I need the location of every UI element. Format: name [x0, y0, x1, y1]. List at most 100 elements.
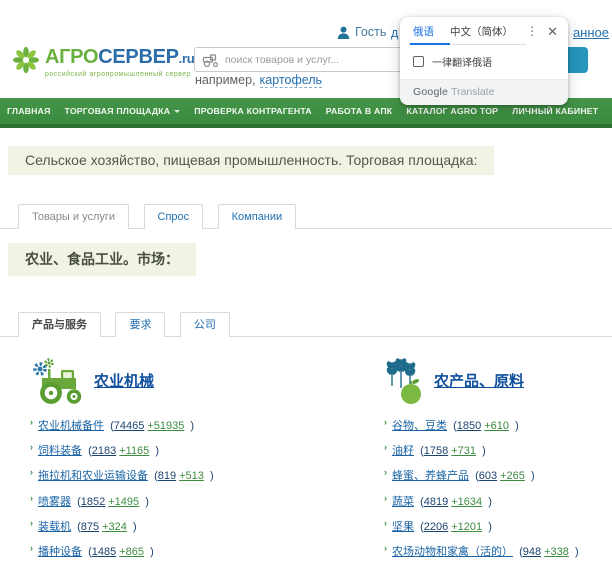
chevron-right-icon: › [384, 543, 387, 553]
kebab-menu-icon[interactable]: ⋮ [526, 25, 538, 37]
site-logo[interactable]: АГРОСЕРВЕР.ru российский агропромышленны… [12, 46, 194, 78]
translate-brand-text: Translate [451, 86, 494, 98]
category-header: 农产品、原料 [384, 356, 612, 404]
close-icon[interactable]: ✕ [547, 25, 558, 38]
item-count[interactable]: 4819 [424, 496, 448, 508]
item-link[interactable]: 蜂蜜、养蜂产品 [392, 470, 469, 482]
guest-label: Гость [355, 25, 386, 39]
item-link[interactable]: 农业机械备件 [38, 420, 104, 432]
chevron-right-icon: › [384, 467, 387, 477]
partial-link-right[interactable]: анное [573, 25, 609, 40]
category-header: 农业机械 [30, 356, 340, 404]
item-added-count[interactable]: +865 [119, 546, 144, 558]
item-count[interactable]: 875 [81, 521, 99, 533]
item-link[interactable]: 农场动物和家禽（活的） [392, 546, 513, 558]
nav-item-jobs[interactable]: РАБОТА В АПК [319, 106, 400, 116]
item-added-count[interactable]: +1495 [108, 496, 139, 508]
paren-close: ) [575, 546, 579, 558]
list-item: ›播种设备 (1485+865 ) [30, 543, 340, 565]
paren-close: ) [482, 445, 486, 457]
chevron-right-icon: › [30, 417, 33, 427]
item-added-count[interactable]: +338 [544, 546, 569, 558]
item-count[interactable]: 2183 [92, 445, 116, 457]
item-added-count[interactable]: +1634 [451, 496, 482, 508]
nav-item-account[interactable]: ЛИЧНЫЙ КАБИНЕТ [505, 106, 605, 116]
brand-part-blue: СЕРВЕР [98, 46, 178, 68]
item-count[interactable]: 603 [479, 470, 497, 482]
nav-label: ТОРГОВАЯ ПЛОЩАДКА [65, 106, 171, 116]
item-added-count[interactable]: +324 [102, 521, 127, 533]
item-link[interactable]: 蔬菜 [392, 496, 414, 508]
item-count[interactable]: 74465 [114, 420, 145, 432]
translate-footer: GoogleTranslate [400, 79, 568, 105]
item-added-count[interactable]: +1165 [119, 445, 149, 457]
google-logo-text: Google [413, 86, 448, 98]
list-item: ›拖拉机和农业运输设备 (819+513 ) [30, 467, 340, 492]
item-added-count[interactable]: +265 [500, 470, 525, 482]
partial-link-left[interactable]: д [391, 26, 398, 40]
item-link[interactable]: 饲料装备 [38, 445, 82, 457]
category-title[interactable]: 农业机械 [94, 370, 154, 391]
nav-label: ЛИЧНЫЙ КАБИНЕТ [512, 106, 598, 116]
nav-item-home[interactable]: ГЛАВНАЯ [0, 106, 58, 116]
tab-goods-services-ru[interactable]: Товары и услуги [18, 204, 129, 229]
item-count[interactable]: 1485 [92, 546, 116, 558]
category-items: ›农业机械备件 (74465+51935 ) ›饲料装备 (2183+1165 … [30, 417, 340, 565]
chevron-right-icon: › [384, 442, 387, 452]
chevron-right-icon: › [384, 417, 387, 427]
item-count[interactable]: 1852 [81, 496, 105, 508]
nav-label: КАТАЛОГ AGRO TOP [406, 106, 498, 116]
brand-tld: .ru [179, 51, 195, 66]
translate-source-tab[interactable]: 俄语 [413, 24, 434, 39]
item-added-count[interactable]: +513 [179, 470, 204, 482]
tab-goods-services-zh[interactable]: 产品与服务 [18, 312, 101, 337]
translate-target-tab[interactable]: 中文（简体） [450, 24, 513, 39]
item-count[interactable]: 1758 [424, 445, 448, 457]
brand-tagline: российский агропромышленный сервер [45, 71, 194, 78]
nav-item-more[interactable]: ЕЩЁ [605, 106, 612, 116]
item-count[interactable]: 2206 [424, 521, 448, 533]
item-link[interactable]: 谷物、豆类 [392, 420, 447, 432]
nav-item-counterparty-check[interactable]: ПРОВЕРКА КОНТРАГЕНТА [187, 106, 319, 116]
search-example-link[interactable]: картофель [260, 73, 323, 88]
tab-companies-ru[interactable]: Компании [218, 204, 297, 229]
always-translate-checkbox[interactable] [413, 56, 424, 67]
always-translate-row[interactable]: 一律翻译俄语 [400, 45, 568, 79]
item-link[interactable]: 坚果 [392, 521, 414, 533]
list-item: ›农场动物和家禽（活的） (948+338 ) [384, 543, 612, 565]
tab-demand-zh[interactable]: 要求 [115, 312, 165, 337]
brand-part-green: АГРО [45, 46, 98, 68]
item-added-count[interactable]: +731 [451, 445, 476, 457]
item-count[interactable]: 1850 [457, 420, 481, 432]
paren-close: ) [145, 496, 149, 508]
tab-demand-ru[interactable]: Спрос [144, 204, 204, 229]
tab-companies-zh[interactable]: 公司 [180, 312, 230, 337]
paren-close: ) [155, 445, 159, 457]
item-added-count[interactable]: +51935 [147, 420, 184, 432]
item-link[interactable]: 拖拉机和农业运输设备 [38, 470, 148, 482]
list-item: ›蔬菜 (4819+1634 ) [384, 493, 612, 518]
category-agricultural-machinery: 农业机械 ›农业机械备件 (74465+51935 ) ›饲料装备 (2183+… [30, 356, 340, 565]
list-item: ›农业机械备件 (74465+51935 ) [30, 417, 340, 442]
category-title[interactable]: 农产品、原料 [434, 370, 524, 391]
item-added-count[interactable]: +1201 [451, 521, 482, 533]
chevron-right-icon: › [30, 493, 33, 503]
paren-close: ) [190, 420, 194, 432]
item-link[interactable]: 油籽 [392, 445, 414, 457]
list-item: ›坚果 (2206+1201 ) [384, 518, 612, 543]
item-link[interactable]: 播种设备 [38, 546, 82, 558]
paren-close: ) [488, 521, 492, 533]
list-item: ›蜂蜜、养蜂产品 (603+265 ) [384, 467, 612, 492]
nav-item-catalog[interactable]: КАТАЛОГ AGRO TOP [399, 106, 505, 116]
guest-user[interactable]: Гость [337, 25, 386, 39]
chevron-right-icon: › [30, 442, 33, 452]
item-link[interactable]: 装载机 [38, 521, 71, 533]
item-count[interactable]: 819 [158, 470, 176, 482]
item-link[interactable]: 喷雾器 [38, 496, 71, 508]
nav-item-marketplace[interactable]: ТОРГОВАЯ ПЛОЩАДКА [58, 106, 188, 116]
translate-tabs: 俄语 中文（简体） ⋮ ✕ [400, 17, 568, 45]
item-count[interactable]: 948 [523, 546, 541, 558]
chevron-down-icon [174, 110, 180, 116]
chevron-right-icon: › [30, 543, 33, 553]
item-added-count[interactable]: +610 [484, 420, 509, 432]
